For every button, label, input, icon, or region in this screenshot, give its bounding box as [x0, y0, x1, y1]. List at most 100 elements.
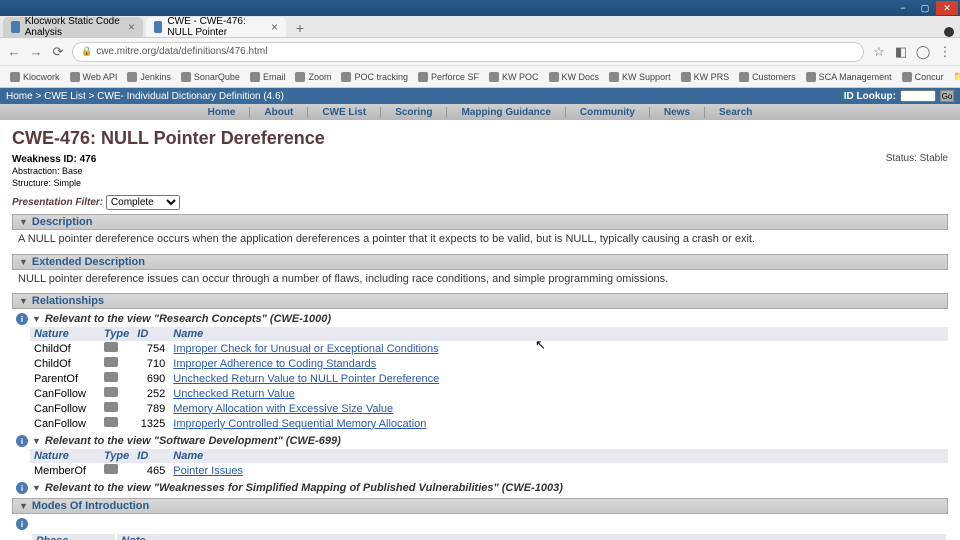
bookmark-item[interactable]: KW Support: [605, 70, 675, 84]
bookmark-item[interactable]: Web API: [66, 70, 122, 84]
cwe-nav-item[interactable]: About: [250, 107, 308, 118]
info-icon[interactable]: i: [16, 482, 28, 494]
collapse-icon: ▼: [19, 217, 28, 227]
bookmark-item[interactable]: Zoom: [291, 70, 335, 84]
nature-cell: MemberOf: [30, 463, 100, 478]
id-cell: 710: [133, 356, 169, 371]
id-cell: 789: [133, 401, 169, 416]
collapse-icon: ▼: [32, 436, 41, 446]
weakness-link[interactable]: Pointer Issues: [173, 465, 243, 477]
extension-icon[interactable]: ◧: [892, 44, 910, 60]
bookmark-item[interactable]: Concur: [898, 70, 948, 84]
view-header[interactable]: i▼Relevant to the view "Research Concept…: [16, 313, 948, 325]
filter-select[interactable]: Complete: [106, 195, 180, 210]
window-titlebar: − ▢ ✕: [0, 0, 960, 16]
table-row: CanFollow789Memory Allocation with Exces…: [30, 401, 948, 416]
id-lookup-input[interactable]: [900, 90, 936, 102]
relationship-table: NatureTypeIDNameMemberOf465Pointer Issue…: [30, 449, 948, 478]
id-cell: 465: [133, 463, 169, 478]
close-tab-icon[interactable]: ×: [271, 20, 278, 34]
back-button[interactable]: ←: [6, 44, 22, 60]
section-description-header[interactable]: ▼ Description: [12, 214, 948, 230]
cwe-breadcrumb-bar: Home > CWE List > CWE- Individual Dictio…: [0, 88, 960, 104]
bookmark-item[interactable]: Jenkins: [123, 70, 175, 84]
type-icon: [104, 402, 118, 412]
url-bar[interactable]: 🔒 cwe.mitre.org/data/definitions/476.htm…: [72, 42, 864, 62]
id-cell: 1325: [133, 416, 169, 431]
info-icon[interactable]: i: [16, 435, 28, 447]
cwe-nav-item[interactable]: Scoring: [381, 107, 447, 118]
info-icon[interactable]: i: [16, 518, 28, 530]
view-title: Relevant to the view "Weaknesses for Sim…: [45, 482, 563, 494]
section-relationships-header[interactable]: ▼ Relationships: [12, 293, 948, 309]
bookmark-item[interactable]: SCA Management: [802, 70, 896, 84]
view-header[interactable]: i▼Relevant to the view "Weaknesses for S…: [16, 482, 948, 494]
bookmark-favicon-icon: [181, 72, 191, 82]
type-icon: [104, 342, 118, 352]
bookmark-label: KW Docs: [562, 72, 600, 82]
bookmark-label: KW PRS: [694, 72, 730, 82]
maximize-button[interactable]: ▢: [914, 1, 936, 15]
cwe-nav-item[interactable]: Mapping Guidance: [447, 107, 565, 118]
browser-tab-active[interactable]: CWE - CWE-476: NULL Pointer ×: [146, 17, 286, 37]
other-bookmarks-folder[interactable]: 📁Other bookmarks: [950, 69, 960, 84]
profile-icon[interactable]: ◯: [914, 44, 932, 60]
lock-icon: 🔒: [81, 46, 92, 57]
reload-button[interactable]: ⟳: [50, 44, 66, 60]
bookmark-item[interactable]: SonarQube: [177, 70, 244, 84]
bookmark-favicon-icon: [250, 72, 260, 82]
section-modes-header[interactable]: ▼ Modes Of Introduction: [12, 498, 948, 514]
info-icon[interactable]: i: [16, 313, 28, 325]
breadcrumb-list[interactable]: CWE List: [44, 91, 86, 102]
cwe-nav-item[interactable]: Search: [705, 107, 766, 118]
bookmark-item[interactable]: POC tracking: [337, 70, 412, 84]
bookmark-item[interactable]: Klocwork: [6, 70, 64, 84]
close-window-button[interactable]: ✕: [936, 1, 958, 15]
bookmark-item[interactable]: Perforce SF: [414, 70, 483, 84]
cwe-nav-item[interactable]: News: [650, 107, 705, 118]
weakness-link[interactable]: Improperly Controlled Sequential Memory …: [173, 418, 426, 430]
weakness-link[interactable]: Improper Check for Unusual or Exceptiona…: [173, 343, 438, 355]
bookmark-favicon-icon: [609, 72, 619, 82]
section-extended-header[interactable]: ▼ Extended Description: [12, 254, 948, 270]
menu-icon[interactable]: ⋮: [936, 44, 954, 60]
browser-tab[interactable]: Klocwork Static Code Analysis ×: [3, 17, 143, 37]
bookmark-label: Zoom: [308, 72, 331, 82]
tab-overflow-icon[interactable]: [944, 27, 954, 37]
nature-cell: CanFollow: [30, 416, 100, 431]
nature-cell: CanFollow: [30, 386, 100, 401]
bookmark-favicon-icon: [739, 72, 749, 82]
collapse-icon: ▼: [19, 296, 28, 306]
id-lookup-go-button[interactable]: Go: [940, 90, 954, 102]
bookmark-item[interactable]: KW POC: [485, 70, 543, 84]
weakness-link[interactable]: Improper Adherence to Coding Standards: [173, 358, 376, 370]
minimize-button[interactable]: −: [892, 1, 914, 15]
cwe-nav-item[interactable]: CWE List: [308, 107, 381, 118]
bookmark-item[interactable]: KW Docs: [545, 70, 604, 84]
page-content: CWE-476: NULL Pointer Dereference Weakne…: [0, 120, 960, 540]
new-tab-button[interactable]: +: [290, 19, 310, 37]
relationship-table: NatureTypeIDNameChildOf754Improper Check…: [30, 327, 948, 431]
view-header[interactable]: i▼Relevant to the view "Software Develop…: [16, 435, 948, 447]
star-bookmark-icon[interactable]: ☆: [870, 44, 888, 60]
forward-button[interactable]: →: [28, 44, 44, 60]
weakness-link[interactable]: Unchecked Return Value: [173, 388, 294, 400]
section-title: Relationships: [32, 295, 104, 307]
bookmark-item[interactable]: Email: [246, 70, 290, 84]
bookmark-label: KW Support: [622, 72, 671, 82]
bookmark-label: Customers: [752, 72, 796, 82]
cwe-nav-item[interactable]: Community: [566, 107, 650, 118]
bookmark-item[interactable]: Customers: [735, 70, 800, 84]
bookmark-item[interactable]: KW PRS: [677, 70, 734, 84]
close-tab-icon[interactable]: ×: [128, 20, 135, 34]
table-row: CanFollow252Unchecked Return Value: [30, 386, 948, 401]
bookmark-label: Jenkins: [140, 72, 171, 82]
bookmark-favicon-icon: [489, 72, 499, 82]
breadcrumb-home[interactable]: Home: [6, 91, 33, 102]
section-title: Description: [32, 216, 93, 228]
bookmark-label: Email: [263, 72, 286, 82]
weakness-link[interactable]: Unchecked Return Value to NULL Pointer D…: [173, 373, 439, 385]
weakness-link[interactable]: Memory Allocation with Excessive Size Va…: [173, 403, 393, 415]
url-text: cwe.mitre.org/data/definitions/476.html: [96, 46, 267, 57]
cwe-nav-item[interactable]: Home: [194, 107, 251, 118]
